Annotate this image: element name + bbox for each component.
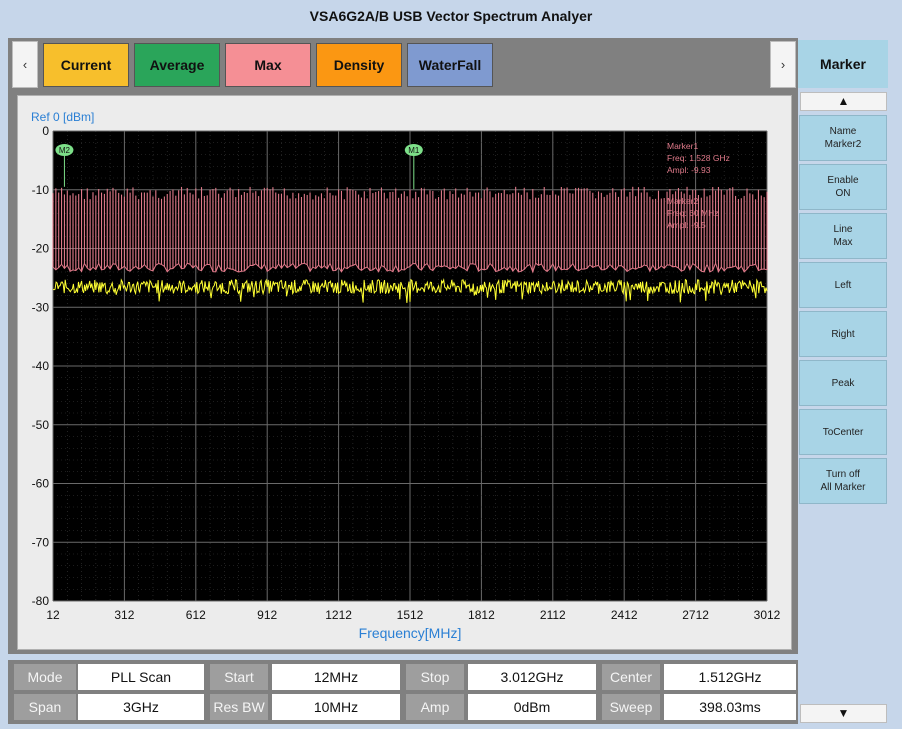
marker-scroll-up-button[interactable]: ▲ — [800, 92, 887, 111]
marker-readout-text: Freq: 60 MHz — [667, 208, 719, 218]
marker-enable-button[interactable]: Enable ON — [799, 164, 887, 210]
sweep-label: Sweep — [602, 694, 660, 720]
x-axis-label: Frequency[MHz] — [359, 625, 462, 641]
marker-right-button[interactable]: Right — [799, 311, 887, 357]
x-tick-label: 1812 — [468, 608, 495, 622]
marker-label: M2 — [59, 146, 71, 155]
y-tick-label: -60 — [32, 477, 50, 491]
button-line1: Name — [829, 126, 857, 137]
y-axis-ticks: 0 -10 -20 -30 -40 -50 -60 -70 -80 — [32, 124, 50, 608]
x-tick-label: 2412 — [611, 608, 638, 622]
marker-peak-button[interactable]: Peak — [799, 360, 887, 406]
spectrum-chart: Ref 0 [dBm] M2 M1 Marker1 Freq: 1.528 GHz A… — [31, 110, 781, 641]
x-axis-ticks: 12 312 612 912 1212 1512 1812 2112 2412 2712 3012 — [46, 608, 780, 622]
y-tick-label: -30 — [32, 300, 50, 314]
x-tick-label: 912 — [257, 608, 277, 622]
x-tick-label: 312 — [114, 608, 134, 622]
y-tick-label: -20 — [32, 242, 50, 256]
mode-value[interactable]: PLL Scan — [78, 664, 204, 690]
button-line2: Marker2 — [824, 139, 862, 150]
button-line2: ON — [835, 188, 851, 199]
marker-readout-text: Ampl: -9.93 — [667, 165, 711, 175]
button-line1: Peak — [831, 377, 855, 389]
stop-label: Stop — [406, 664, 464, 690]
mode-label: Mode — [14, 664, 76, 690]
tab-waterfall[interactable]: WaterFall — [407, 43, 493, 87]
sweep-value[interactable]: 398.03ms — [664, 694, 796, 720]
marker-line-button[interactable]: Line Max — [799, 213, 887, 259]
parameter-panel: Mode PLL Scan Start 12MHz Stop 3.012GHz … — [8, 660, 798, 724]
marker-tocenter-button[interactable]: ToCenter — [799, 409, 887, 455]
start-label: Start — [210, 664, 268, 690]
y-tick-label: -70 — [32, 535, 50, 549]
x-tick-label: 1212 — [325, 608, 352, 622]
window-title: VSA6G2A/B USB Vector Spectrum Analyer — [0, 0, 902, 34]
y-tick-label: 0 — [42, 124, 49, 138]
tab-prev-button[interactable]: ‹ — [12, 41, 38, 88]
marker-readout-text: Marker1 — [667, 141, 698, 151]
button-line1: Right — [831, 328, 855, 340]
marker-name-button[interactable]: Name Marker2 — [799, 115, 887, 161]
x-tick-label: 3012 — [754, 608, 781, 622]
button-line1: Enable — [827, 175, 859, 186]
y-tick-label: -80 — [32, 594, 50, 608]
button-line2: Max — [833, 237, 853, 248]
y-tick-label: -40 — [32, 359, 50, 373]
span-label: Span — [14, 694, 76, 720]
ref-level-label: Ref 0 [dBm] — [31, 110, 94, 124]
x-tick-label: 1512 — [397, 608, 424, 622]
marker-readout-text: Ampl: -9.5 — [667, 220, 706, 230]
tab-average[interactable]: Average — [134, 43, 220, 87]
x-tick-label: 2712 — [682, 608, 709, 622]
amp-value[interactable]: 0dBm — [468, 694, 596, 720]
y-tick-label: -10 — [32, 183, 50, 197]
x-tick-label: 12 — [46, 608, 60, 622]
button-line2: All Marker — [820, 482, 866, 493]
x-tick-label: 612 — [186, 608, 206, 622]
marker-readout-text: Marker2 — [667, 196, 698, 206]
button-line1: Turn off — [826, 469, 860, 480]
marker-scroll-down-button[interactable]: ▼ — [800, 704, 887, 723]
tab-next-button[interactable]: › — [770, 41, 796, 88]
button-line1: Line — [833, 224, 853, 235]
start-value[interactable]: 12MHz — [272, 664, 400, 690]
tab-max[interactable]: Max — [225, 43, 311, 87]
marker-panel-title: Marker — [798, 40, 888, 88]
turn-off-all-markers-button[interactable]: Turn off All Marker — [799, 458, 887, 504]
stop-value[interactable]: 3.012GHz — [468, 664, 596, 690]
res-bw-value[interactable]: 10MHz — [272, 694, 400, 720]
amp-label: Amp — [406, 694, 464, 720]
button-line1: Left — [834, 279, 852, 291]
y-tick-label: -50 — [32, 418, 50, 432]
center-label: Center — [602, 664, 660, 690]
tab-density[interactable]: Density — [316, 43, 402, 87]
button-line1: ToCenter — [822, 426, 864, 438]
marker-left-button[interactable]: Left — [799, 262, 887, 308]
x-tick-label: 2112 — [540, 608, 566, 622]
marker-readout-text: Freq: 1.528 GHz — [667, 153, 730, 163]
span-value[interactable]: 3GHz — [78, 694, 204, 720]
tab-bar: ‹ Current Average Max Density WaterFall … — [12, 41, 798, 89]
center-value[interactable]: 1.512GHz — [664, 664, 796, 690]
marker-label: M1 — [408, 146, 420, 155]
res-bw-label: Res BW — [210, 694, 268, 720]
tab-current[interactable]: Current — [43, 43, 129, 87]
